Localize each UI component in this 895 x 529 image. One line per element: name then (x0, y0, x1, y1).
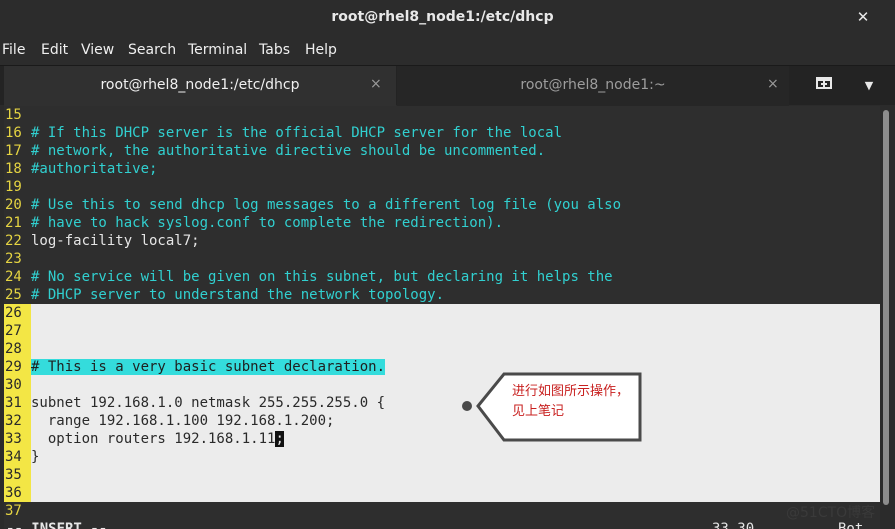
editor-line: 36 (4, 484, 880, 502)
editor-line: 30 (4, 376, 880, 394)
line-number: 34 (4, 448, 31, 466)
line-text: # No service will be given on this subne… (31, 269, 613, 285)
line-number: 37 (5, 503, 22, 519)
editor-line: 26 (4, 304, 880, 322)
editor-line: 22 log-facility local7; (4, 232, 880, 250)
new-tab-icon[interactable] (810, 74, 838, 98)
window-titlebar: root@rhel8_node1:/etc/dhcp ✕ (0, 0, 895, 36)
tab-home[interactable]: root@rhel8_node1:~ × (397, 66, 789, 106)
line-number: 18 (5, 161, 22, 177)
editor-line: 20 # Use this to send dhcp log messages t… (4, 196, 880, 214)
line-text: option routers 192.168.1.11; (31, 431, 284, 447)
text-cursor: ; (275, 431, 284, 447)
menu-terminal[interactable]: Terminal (188, 42, 247, 58)
editor-line: 32 range 192.168.1.100 192.168.1.200; (4, 412, 880, 430)
tab-bar: root@rhel8_node1:/etc/dhcp × root@rhel8_… (0, 65, 895, 106)
tab-close-icon[interactable]: × (370, 76, 382, 92)
line-text: # Use this to send dhcp log messages to … (31, 197, 622, 213)
tab-label: root@rhel8_node1:~ (520, 77, 666, 93)
menu-view[interactable]: View (81, 42, 114, 58)
line-number: 32 (4, 412, 31, 430)
close-icon[interactable]: ✕ (853, 7, 873, 27)
tab-etc-dhcp[interactable]: root@rhel8_node1:/etc/dhcp × (4, 66, 396, 106)
editor-line: 34} (4, 448, 880, 466)
scrollbar-thumb[interactable] (883, 110, 889, 505)
line-number: 35 (4, 466, 31, 484)
line-number: 16 (5, 125, 22, 141)
editor-line: 27 (4, 322, 880, 340)
line-number: 31 (4, 394, 31, 412)
line-number: 23 (5, 251, 22, 267)
line-number: 19 (5, 179, 22, 195)
scrollbar[interactable] (882, 106, 890, 529)
line-number: 29 (4, 358, 31, 376)
menu-help[interactable]: Help (305, 42, 337, 58)
editor-line: 37 (4, 502, 880, 520)
line-number: 22 (5, 233, 22, 249)
editor-line: 21 # have to hack syslog.conf to complete… (4, 214, 880, 232)
vim-status-line: -- INSERT -- 33,30 Bot (4, 520, 880, 529)
line-text: range 192.168.1.100 192.168.1.200; (31, 413, 335, 429)
line-number: 36 (4, 484, 31, 502)
line-number: 25 (5, 287, 22, 303)
annotation-dot (462, 401, 472, 411)
line-number: 20 (5, 197, 22, 213)
editor-line: 24 # No service will be given on this sub… (4, 268, 880, 286)
editor-line: 23 (4, 250, 880, 268)
editor-line: 29 # This is a very basic subnet declarat… (4, 358, 880, 376)
chevron-down-icon[interactable]: ▼ (858, 75, 880, 97)
line-number: 21 (5, 215, 22, 231)
watermark: @51CTO博客 (786, 505, 876, 521)
window-title: root@rhel8_node1:/etc/dhcp (331, 9, 554, 25)
editor-line: 33 option routers 192.168.1.11; (4, 430, 880, 448)
editor-line: 19 (4, 178, 880, 196)
editor-line: 25 # DHCP server to understand the networ… (4, 286, 880, 304)
status-mode: -- INSERT -- (6, 521, 108, 529)
tab-label: root@rhel8_node1:/etc/dhcp (100, 77, 300, 93)
line-text: #authoritative; (31, 161, 158, 177)
menu-edit[interactable]: Edit (41, 42, 68, 58)
menu-tabs[interactable]: Tabs (259, 42, 290, 58)
line-number: 33 (4, 430, 31, 448)
editor-line: 18 #authoritative; (4, 160, 880, 178)
annotation-callout: 进行如图所示操作，见上笔记 (462, 368, 644, 444)
line-number: 26 (4, 304, 31, 322)
editor-line: 16 # If this DHCP server is the official … (4, 124, 880, 142)
editor-line: 31 subnet 192.168.1.0 netmask 255.255.255… (4, 394, 880, 412)
line-number: 24 (5, 269, 22, 285)
editor-line: 28 (4, 340, 880, 358)
menu-search[interactable]: Search (128, 42, 176, 58)
line-number: 15 (5, 107, 22, 123)
annotation-text: 进行如图所示操作，见上笔记 (512, 384, 630, 419)
tab-close-icon[interactable]: × (767, 76, 779, 92)
line-text: # If this DHCP server is the official DH… (31, 125, 563, 141)
editor-line: 15 (4, 106, 880, 124)
line-text: # have to hack syslog.conf to complete t… (31, 215, 504, 231)
line-text: } (31, 449, 40, 465)
line-number: 30 (4, 376, 31, 394)
menu-file[interactable]: File (2, 42, 25, 58)
line-text: # This is a very basic subnet declaratio… (31, 359, 386, 375)
status-cursor-position: 33,30 (712, 521, 755, 529)
line-text: log-facility local7; (31, 233, 200, 249)
line-number: 28 (4, 340, 31, 358)
line-number: 17 (5, 143, 22, 159)
editor-line: 17 # network, the authoritative directive… (4, 142, 880, 160)
line-number: 27 (4, 322, 31, 340)
line-text: # DHCP server to understand the network … (31, 287, 445, 303)
editor-line: 35 (4, 466, 880, 484)
terminal-editor[interactable]: 15 16 # If this DHCP server is the officia… (4, 106, 880, 529)
line-text: subnet 192.168.1.0 netmask 255.255.255.0… (31, 395, 386, 411)
menu-bar: File Edit View Search Terminal Tabs Help (0, 36, 895, 65)
line-text: # network, the authoritative directive s… (31, 143, 546, 159)
